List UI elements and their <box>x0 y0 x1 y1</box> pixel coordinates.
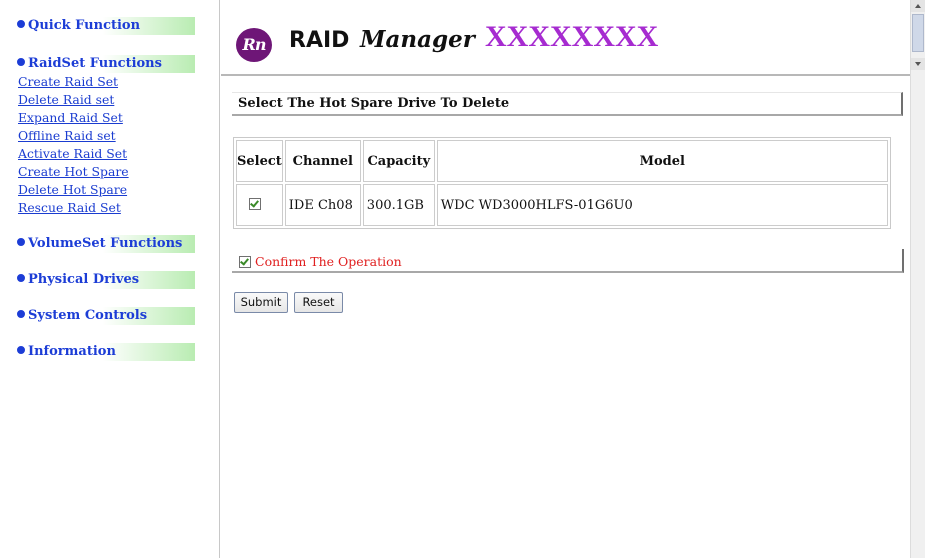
bullet-icon <box>17 238 25 246</box>
page-title: Select The Hot Spare Drive To Delete <box>238 96 510 111</box>
bullet-icon <box>17 58 25 66</box>
column-header-channel: Channel <box>284 140 361 182</box>
sidebar-link-delete-hot-spare[interactable]: Delete Hot Spare <box>18 182 127 197</box>
bullet-icon <box>17 346 25 354</box>
channel-cell: IDE Ch08 <box>284 184 361 226</box>
table-header-row: Select Channel Capacity Model <box>236 140 888 182</box>
sidebar-section-physical-drives[interactable]: Physical Drives <box>17 271 195 289</box>
section-title-bar: Select The Hot Spare Drive To Delete <box>232 92 903 116</box>
arrow-up-icon <box>915 4 921 8</box>
sidebar-link-activate-raid-set[interactable]: Activate Raid Set <box>18 146 127 161</box>
reset-button[interactable]: Reset <box>294 292 343 313</box>
sidebar-link-create-hot-spare[interactable]: Create Hot Spare <box>18 164 129 179</box>
bullet-icon <box>17 310 25 318</box>
scroll-thumb[interactable] <box>912 14 924 52</box>
sidebar-link-offline-raid-set[interactable]: Offline Raid set <box>18 128 116 143</box>
sidebar-section-raidset-functions[interactable]: RaidSet Functions <box>17 55 195 73</box>
sidebar-section-volumeset-functions[interactable]: VolumeSet Functions <box>17 235 195 253</box>
sidebar-nav: Quick Function RaidSet Functions Create … <box>0 0 220 558</box>
bullet-icon <box>17 274 25 282</box>
header-divider <box>221 74 910 76</box>
sidebar-section-system-controls[interactable]: System Controls <box>17 307 195 325</box>
scroll-up-button[interactable] <box>911 0 925 12</box>
sidebar-link-expand-raid-set[interactable]: Expand Raid Set <box>18 110 123 125</box>
sidebar-section-label: VolumeSet Functions <box>28 236 183 251</box>
confirm-operation-label: Confirm The Operation <box>255 254 402 269</box>
controller-model-name: XXXXXXXX <box>485 20 659 53</box>
scroll-down-button[interactable] <box>911 58 925 70</box>
sidebar-link-delete-raid-set[interactable]: Delete Raid set <box>18 92 114 107</box>
header: Rn RAID Manager XXXXXXXX <box>221 0 910 74</box>
submit-button[interactable]: Submit <box>234 292 288 313</box>
column-header-select: Select <box>236 140 283 182</box>
sidebar-section-information[interactable]: Information <box>17 343 195 361</box>
raid-manager-logo-icon: Rn <box>236 28 272 62</box>
hot-spare-table: Select Channel Capacity Model IDE Ch08 3… <box>233 137 891 229</box>
sidebar-section-quick-function[interactable]: Quick Function <box>17 17 195 35</box>
sidebar-section-label: Quick Function <box>28 18 141 33</box>
select-cell <box>236 184 283 226</box>
arrow-down-icon <box>915 62 921 66</box>
sidebar-link-rescue-raid-set[interactable]: Rescue Raid Set <box>18 200 121 215</box>
scrollbar[interactable] <box>910 0 925 558</box>
logo-raid-text: RAID <box>289 28 350 53</box>
sidebar-section-label: System Controls <box>28 308 148 323</box>
confirm-operation-bar: Confirm The Operation <box>232 249 904 273</box>
sidebar-section-label: Information <box>28 344 116 359</box>
confirm-operation-checkbox[interactable] <box>239 256 251 268</box>
drive-select-checkbox[interactable] <box>249 197 261 210</box>
column-header-model: Model <box>436 140 888 182</box>
table-row: IDE Ch08 300.1GB WDC WD3000HLFS-01G6U0 <box>236 184 888 226</box>
bullet-icon <box>17 20 25 28</box>
logo-manager-text: Manager <box>360 26 475 53</box>
capacity-cell: 300.1GB <box>362 184 435 226</box>
column-header-capacity: Capacity <box>362 140 435 182</box>
sidebar-section-label: Physical Drives <box>28 272 140 287</box>
model-cell: WDC WD3000HLFS-01G6U0 <box>436 184 888 226</box>
sidebar-section-label: RaidSet Functions <box>28 56 162 71</box>
sidebar-link-create-raid-set[interactable]: Create Raid Set <box>18 74 118 89</box>
